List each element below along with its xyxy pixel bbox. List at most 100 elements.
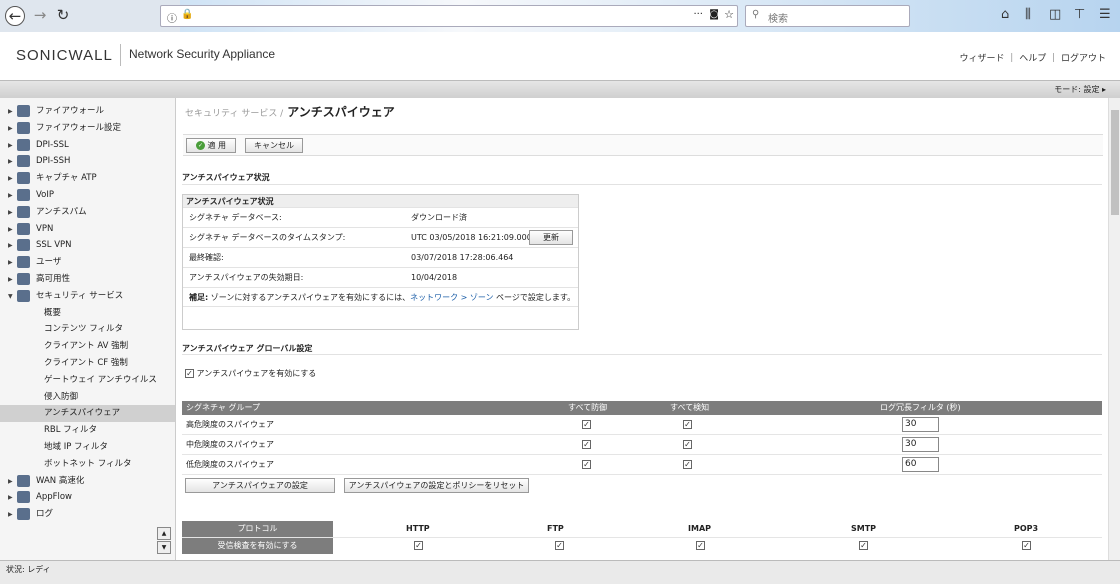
sidebar-item[interactable]: ▶ AppFlow (0, 489, 175, 506)
page-title: アンチスパイウェア (287, 105, 395, 119)
prevent-checkbox[interactable]: ✓ (582, 460, 591, 469)
home-icon[interactable]: ⌂ (1001, 7, 1009, 22)
log-filter-input[interactable]: 30 (902, 437, 939, 452)
expanded-icon[interactable]: ▼ (8, 288, 13, 305)
pocket-icon[interactable]: ◙ (709, 9, 719, 20)
sidebar-item[interactable]: ▶ ユーザ (0, 254, 175, 271)
extension-icon[interactable]: ⊤ (1074, 7, 1085, 22)
library-icon[interactable]: ⫼ (1025, 7, 1031, 22)
antispyware-settings-button[interactable]: アンチスパイウェアの設定 (185, 478, 335, 493)
log-filter-input[interactable]: 60 (902, 457, 939, 472)
scroll-down-icon[interactable]: ▼ (157, 541, 171, 554)
sidebar-item[interactable]: ▼ セキュリティ サービス (0, 288, 175, 305)
sidebar-item[interactable]: ▶ ファイアウォール設定 (0, 120, 175, 137)
sidebar-item[interactable]: ▶ ログ (0, 506, 175, 523)
sidebar-item-label: AppFlow (36, 492, 73, 503)
sidebar-item[interactable]: アンチスパイウェア (0, 405, 175, 423)
update-button[interactable]: 更新 (529, 230, 573, 245)
reset-settings-button[interactable]: アンチスパイウェアの設定とポリシーをリセット (344, 478, 529, 493)
expand-icon[interactable]: ▶ (8, 473, 13, 490)
sidebar-icon[interactable]: ◫ (1049, 7, 1061, 22)
sidebar-item-label: キャプチャ ATP (36, 173, 97, 184)
sidebar-item[interactable]: ゲートウェイ アンチウイルス (0, 372, 175, 389)
sidebar-item[interactable]: ▶ SSL VPN (0, 237, 175, 254)
enable-label: アンチスパイウェアを有効にする (196, 369, 317, 378)
section-icon (17, 138, 30, 151)
back-icon[interactable]: ← (5, 6, 25, 26)
info-icon[interactable]: ⓘ (167, 10, 177, 25)
detect-checkbox[interactable]: ✓ (683, 460, 692, 469)
apply-button[interactable]: ✓ 適 用 (186, 138, 236, 153)
sidebar-item[interactable]: クライアント AV 強制 (0, 338, 175, 355)
sidebar-item[interactable]: ボットネット フィルタ (0, 456, 175, 473)
detect-checkbox[interactable]: ✓ (683, 420, 692, 429)
sidebar-item[interactable]: RBL フィルタ (0, 422, 175, 439)
sidebar-item[interactable]: 概要 (0, 305, 175, 322)
app-header: SONICWALL Network Security Appliance ウィザ… (0, 32, 1120, 80)
expand-icon[interactable]: ▶ (8, 506, 13, 523)
status-row: 最終確認: 03/07/2018 17:28:06.464 (183, 247, 578, 267)
sidebar-item[interactable]: ▶ DPI-SSL (0, 137, 175, 154)
inbound-inspection-checkbox[interactable]: ✓ (859, 541, 868, 550)
inbound-inspection-checkbox[interactable]: ✓ (414, 541, 423, 550)
signature-table-header: シグネチャ グループ すべて防御 すべて検知 ログ冗長フィルタ (秒) (182, 401, 1102, 415)
expand-icon[interactable]: ▶ (8, 254, 13, 271)
inbound-inspection-checkbox[interactable]: ✓ (696, 541, 705, 550)
protocol-col-header: POP3 (1014, 524, 1039, 533)
section-icon (17, 205, 30, 218)
sidebar-item[interactable]: ▶ ファイアウォール (0, 103, 175, 120)
log-filter-input[interactable]: 30 (902, 417, 939, 432)
scroll-thumb[interactable] (1111, 110, 1119, 215)
expand-icon[interactable]: ▶ (8, 204, 13, 221)
enable-antispyware[interactable]: ✓ アンチスパイウェアを有効にする (185, 368, 316, 379)
sidebar-item[interactable]: ▶ DPI-SSH (0, 153, 175, 170)
signature-group-name: 中危険度のスパイウェア (186, 440, 274, 449)
prevent-checkbox[interactable]: ✓ (582, 440, 591, 449)
expand-icon[interactable]: ▶ (8, 221, 13, 238)
expand-icon[interactable]: ▶ (8, 271, 13, 288)
sidebar-item[interactable]: ▶ キャプチャ ATP (0, 170, 175, 187)
enable-checkbox[interactable]: ✓ (185, 369, 194, 378)
sidebar-item[interactable]: コンテンツ フィルタ (0, 321, 175, 338)
status-row: アンチスパイウェアの失効期日: 10/04/2018 (183, 267, 578, 287)
top-nav-links[interactable]: ウィザード ｜ ヘルプ ｜ ログアウト (960, 51, 1106, 64)
inbound-inspection-checkbox[interactable]: ✓ (1022, 541, 1031, 550)
search-input[interactable]: ⚲ 検索 (745, 5, 910, 27)
section-icon (17, 189, 30, 201)
breadcrumb-parent[interactable]: セキュリティ サービス / (185, 109, 283, 119)
forward-icon[interactable]: → (30, 6, 50, 26)
expand-icon[interactable]: ▶ (8, 120, 13, 137)
bookmark-star-icon[interactable]: ☆ (724, 8, 734, 21)
sidebar-item[interactable]: 地域 IP フィルタ (0, 439, 175, 456)
sidebar-item-label: クライアント CF 強制 (44, 358, 128, 368)
reload-icon[interactable]: ↻ (53, 6, 73, 26)
expand-icon[interactable]: ▶ (8, 489, 13, 506)
sidebar-item[interactable]: 侵入防御 (0, 389, 175, 406)
expand-icon[interactable]: ▶ (8, 187, 13, 204)
protocol-col-header: SMTP (851, 524, 877, 533)
scroll-up-icon[interactable]: ▲ (157, 527, 171, 540)
url-bar[interactable]: ⓘ 🔒 ··· ◙ ☆ (160, 5, 738, 27)
expand-icon[interactable]: ▶ (8, 153, 13, 170)
zones-link[interactable]: ネットワーク > ゾーン (410, 293, 493, 302)
detect-checkbox[interactable]: ✓ (683, 440, 692, 449)
sidebar-item[interactable]: ▶ 高可用性 (0, 271, 175, 288)
mode-toggle[interactable]: モード: 設定 ▸ (1054, 84, 1106, 95)
sidebar-item[interactable]: ▶ VPN (0, 221, 175, 238)
prevent-checkbox[interactable]: ✓ (582, 420, 591, 429)
page-scrollbar[interactable] (1108, 98, 1120, 560)
sidebar-item[interactable]: ▶ WAN 高速化 (0, 473, 175, 490)
sidebar-item[interactable]: ▶ アンチスパム (0, 204, 175, 221)
status-note: 補足: ゾーンに対するアンチスパイウェアを有効にするには、ネットワーク > ゾー… (183, 287, 578, 307)
sidebar-item[interactable]: ▶ VoIP (0, 187, 175, 204)
sidebar-item[interactable]: クライアント CF 強制 (0, 355, 175, 372)
expand-icon[interactable]: ▶ (8, 137, 13, 154)
expand-icon[interactable]: ▶ (8, 170, 13, 187)
inbound-inspection-checkbox[interactable]: ✓ (555, 541, 564, 550)
section-icon (17, 289, 30, 302)
expand-icon[interactable]: ▶ (8, 103, 13, 120)
expand-icon[interactable]: ▶ (8, 237, 13, 254)
page-actions-icon[interactable]: ··· (693, 9, 703, 20)
menu-icon[interactable]: ☰ (1099, 7, 1111, 22)
cancel-button[interactable]: キャンセル (245, 138, 303, 153)
